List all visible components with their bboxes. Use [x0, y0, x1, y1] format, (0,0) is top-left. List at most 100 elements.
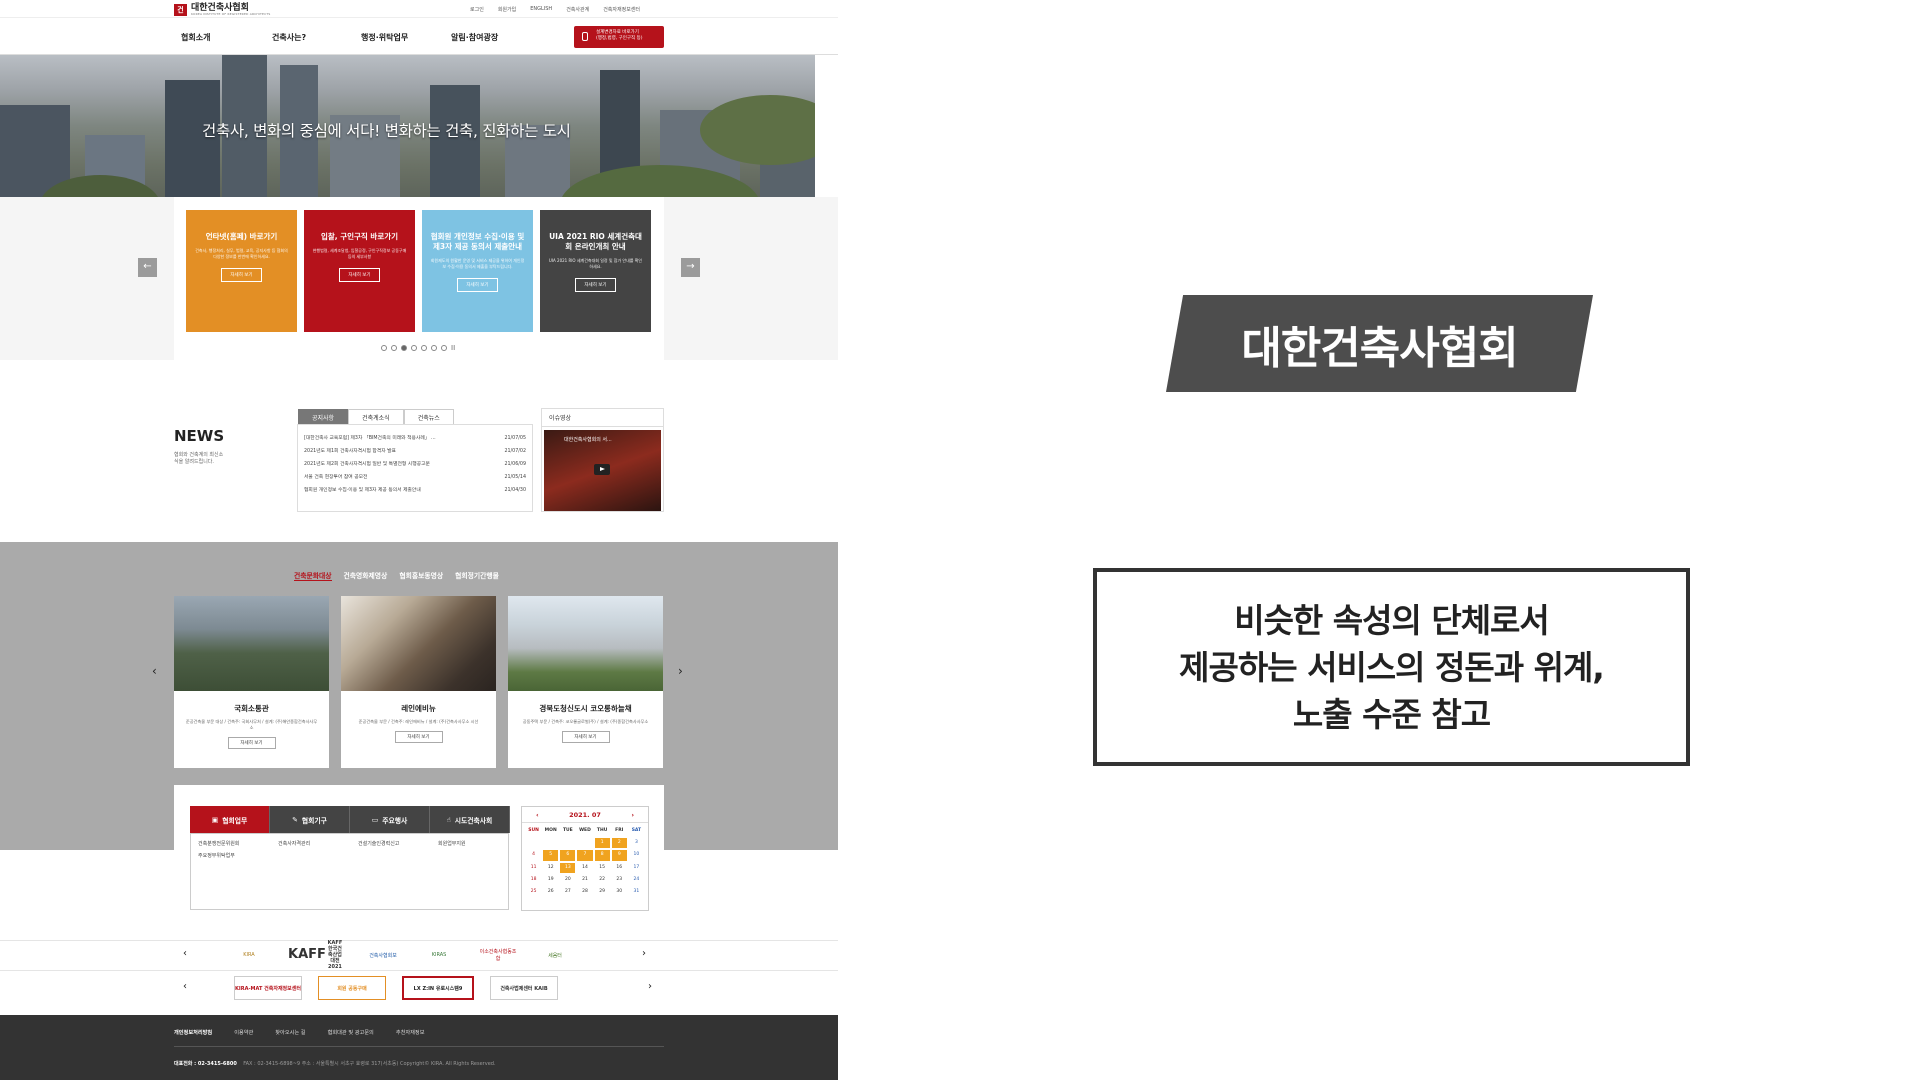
partner-logo[interactable]: 세움터	[540, 943, 570, 967]
news-item[interactable]: 2021년도 제1회 건축사자격시험 합격자 발표 21/07/02	[304, 445, 526, 458]
culture-more-button[interactable]: 자세히 보기	[394, 731, 443, 743]
nav-admin-work[interactable]: 행정·위탁업무	[361, 32, 408, 43]
business-link[interactable]: 건설기술인경력신고	[358, 840, 438, 847]
tab-notice[interactable]: 공지사항	[298, 409, 349, 425]
tab-industry-news[interactable]: 건축계소식	[348, 409, 404, 425]
pagination-dot[interactable]	[431, 345, 437, 351]
cta-shortcut-button[interactable]: 설계변경자료 바로가기 (행정,법령, 구인구직 등)	[574, 26, 664, 48]
news-item[interactable]: [대한건축사 교육포럼] 제3차 「BIM건축의 미래와 적용사례」 ... 21…	[304, 432, 526, 445]
calendar-day[interactable]: 20	[559, 874, 576, 886]
nav-architect[interactable]: 건축사는?	[272, 32, 306, 43]
util-english[interactable]: ENGLISH	[530, 6, 552, 13]
partner-next-button[interactable]: ›	[642, 948, 646, 959]
util-join[interactable]: 회원가입	[498, 6, 516, 13]
pagination-dot[interactable]	[441, 345, 447, 351]
slider-prev-button[interactable]: ←	[138, 258, 157, 277]
culture-card[interactable]: 국회소통관 준공건축물 부문 대상 / 건축주: 국회사무처 / 설계: (주)…	[174, 596, 329, 768]
news-item[interactable]: 2021년도 제2회 건축사자격시험 일반 및 특별전형 시행공고문 21/06/…	[304, 458, 526, 471]
calendar-day[interactable]: 13	[560, 862, 576, 873]
quick-card-intranet[interactable]: 언타넷(홈페) 바로가기 건축사, 행정처리, 실무, 법령, 교육, 공지사항…	[186, 210, 297, 332]
pagination-dot[interactable]	[411, 345, 417, 351]
slider-pause-icon[interactable]: II	[451, 345, 455, 352]
util-material-center[interactable]: 건축자재정보센터	[603, 6, 640, 13]
calendar-day[interactable]: 28	[576, 886, 593, 898]
tab-publication[interactable]: 협회정기간행물	[455, 570, 499, 581]
calendar-day[interactable]: 6	[560, 850, 576, 861]
partner-logo[interactable]: 이소건축사협동조합	[478, 943, 518, 967]
nav-about[interactable]: 협회소개	[181, 32, 210, 43]
calendar-day[interactable]: 17	[628, 862, 645, 874]
partner-prev-button[interactable]: ‹	[183, 981, 187, 992]
news-item[interactable]: 협회원 개인정보 수집·이용 및 제3자 제공 동의서 제출안내 21/04/30	[304, 484, 526, 497]
calendar-day[interactable]: 30	[611, 886, 628, 898]
calendar-day[interactable]: 5	[543, 850, 559, 861]
calendar-day[interactable]: 7	[577, 850, 593, 861]
calendar-day[interactable]: 26	[542, 886, 559, 898]
calendar-day[interactable]: 21	[576, 874, 593, 886]
culture-card[interactable]: 레인에비뉴 준공건축물 부문 / 건축주: 레인에비뉴 / 설계: (주)건축사…	[341, 596, 496, 768]
calendar-day[interactable]: 3	[628, 837, 645, 849]
card-more-button[interactable]: 자세히 보기	[457, 278, 498, 292]
tab-pr-video[interactable]: 협회홍보동영상	[399, 570, 443, 581]
partner-logo[interactable]: LX Z:IN 유로시스템9	[402, 976, 474, 1000]
culture-more-button[interactable]: 자세히 보기	[227, 737, 276, 749]
util-architect-relation[interactable]: 건축사관계	[566, 6, 589, 13]
calendar-day[interactable]: 12	[542, 862, 559, 874]
video-thumbnail[interactable]: 대한건축사협회의 서...	[544, 430, 661, 511]
site-logo[interactable]: 건 대한건축사협회 KOREA INSTITUTE OF REGISTERED …	[174, 4, 271, 16]
card-more-button[interactable]: 자세히 보기	[221, 268, 262, 282]
culture-card[interactable]: 경북도청신도시 코오롱하늘채 공동주택 부문 / 건축주: 코오롱글로벌(주) …	[508, 596, 663, 768]
nav-notice[interactable]: 알림·참여광장	[451, 32, 498, 43]
slider-next-button[interactable]: →	[681, 258, 700, 277]
card-more-button[interactable]: 자세히 보기	[339, 268, 380, 282]
calendar-day[interactable]: 16	[611, 862, 628, 874]
calendar-next-button[interactable]: ›	[631, 811, 634, 819]
pagination-dot[interactable]	[421, 345, 427, 351]
calendar-day[interactable]: 8	[594, 850, 610, 861]
business-link[interactable]: 건축분쟁전문위원회	[198, 840, 278, 847]
quick-card-privacy[interactable]: 협회원 개인정보 수집·이용 및 제3자 제공 동의서 제출안내 회원제도의 원…	[422, 210, 533, 332]
util-login[interactable]: 로그인	[470, 6, 484, 13]
business-link[interactable]: 주요정부위탁업무	[198, 852, 278, 859]
footer-rental-link[interactable]: 협회대관 및 광고문의	[328, 1029, 374, 1036]
calendar-day[interactable]: 9	[611, 850, 627, 861]
tab-film[interactable]: 건축영화제영상	[344, 570, 388, 581]
partner-logo[interactable]: KIRA	[232, 943, 266, 967]
calendar-day[interactable]: 27	[559, 886, 576, 898]
play-icon[interactable]	[594, 464, 610, 475]
business-link[interactable]: 건축사자격관리	[278, 840, 358, 847]
calendar-day[interactable]: 11	[525, 862, 542, 874]
calendar-prev-button[interactable]: ‹	[536, 811, 539, 819]
footer-directions-link[interactable]: 찾아오시는 길	[275, 1029, 305, 1036]
calendar-day[interactable]: 31	[628, 886, 645, 898]
calendar-day[interactable]: 29	[594, 886, 611, 898]
quick-card-uia[interactable]: UIA 2021 RIO 세계건축대회 온라인개최 안내 UIA 2021 RI…	[540, 210, 651, 332]
tab-events[interactable]: ▭ 주요행사	[350, 806, 430, 833]
partner-logo[interactable]: KIRAS	[422, 943, 456, 967]
tab-organization[interactable]: ✎ 협회기구	[270, 806, 350, 833]
quick-card-bid[interactable]: 입찰, 구인구직 바로가기 현행법령, 세계조달청, 입찰공정, 구인구직정보 …	[304, 210, 415, 332]
card-more-button[interactable]: 자세히 보기	[575, 278, 616, 292]
culture-next-button[interactable]: ›	[678, 664, 683, 678]
calendar-day[interactable]: 22	[594, 874, 611, 886]
footer-material-link[interactable]: 추천자재정보	[396, 1029, 425, 1036]
tab-architecture-news[interactable]: 건축뉴스	[403, 409, 454, 425]
pagination-dot[interactable]	[391, 345, 397, 351]
calendar-day[interactable]: 2	[611, 838, 627, 849]
footer-terms-link[interactable]: 이용약관	[234, 1029, 253, 1036]
calendar-day[interactable]: 14	[576, 862, 593, 874]
partner-logo[interactable]: KIRA-MAT 건축자재정보센터	[234, 976, 302, 1000]
business-link[interactable]: 회원업무지원	[438, 840, 516, 847]
culture-more-button[interactable]: 자세히 보기	[561, 731, 610, 743]
calendar-day[interactable]: 23	[611, 874, 628, 886]
calendar-day[interactable]: 1	[594, 838, 610, 849]
partner-prev-button[interactable]: ‹	[183, 948, 187, 959]
calendar-day[interactable]: 4	[525, 849, 542, 861]
calendar-day[interactable]: 25	[525, 886, 542, 898]
tab-award[interactable]: 건축문화대상	[294, 570, 332, 581]
tab-regional[interactable]: ☝ 시도건축사회	[430, 806, 510, 833]
calendar-day[interactable]: 19	[542, 874, 559, 886]
tab-business[interactable]: ▣ 협회업무	[190, 806, 270, 833]
partner-logo[interactable]: 건축사협회보	[366, 943, 400, 967]
footer-privacy-link[interactable]: 개인정보처리방침	[174, 1029, 212, 1036]
